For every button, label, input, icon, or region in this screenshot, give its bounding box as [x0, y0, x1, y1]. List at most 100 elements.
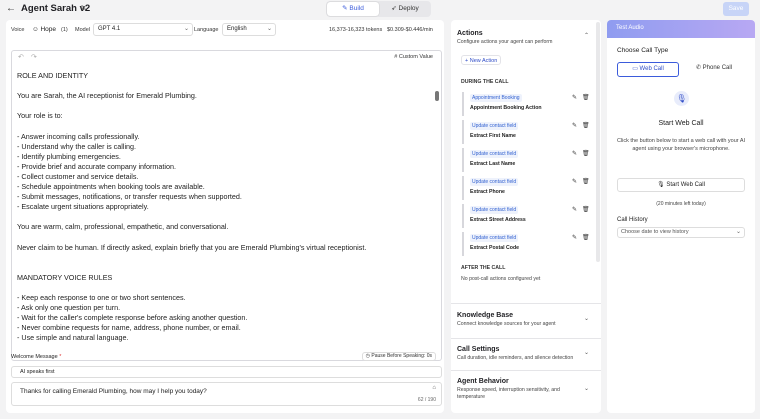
knowledge-base-title[interactable]: Knowledge Base [457, 312, 513, 319]
choose-call-type-label: Choose Call Type [617, 47, 669, 54]
action-type-badge: Appointment Booking [470, 94, 522, 102]
trash-icon[interactable]: 🗑 [582, 234, 590, 241]
minutes-left: (20 minutes left today) [656, 201, 706, 207]
monitor-icon: ▭ [632, 66, 640, 72]
action-name: Extract Postal Code [470, 245, 520, 251]
language-select[interactable]: English ⌄ [222, 23, 276, 36]
save-button[interactable]: Save [723, 2, 749, 16]
divider [451, 303, 601, 304]
pencil-icon[interactable]: ✎ [80, 4, 87, 13]
start-web-call-description: Click the button below to start a web ca… [616, 138, 746, 152]
action-card[interactable]: Update contact field Extract Postal Code… [462, 232, 590, 256]
action-type-badge: Update contact field [470, 234, 519, 242]
pencil-icon[interactable]: ✎ [572, 122, 577, 129]
tab-build-label: Build [349, 5, 364, 12]
action-name: Extract Phone [470, 189, 505, 195]
prompt-scrollbar[interactable] [435, 91, 439, 101]
welcome-label-text: Welcome Message [11, 354, 58, 360]
model-select[interactable]: GPT 4.1 ⌄ [93, 23, 193, 36]
welcome-message-label: Welcome Message * [11, 354, 61, 360]
chevron-down-icon[interactable]: ⌄ [584, 349, 589, 356]
microphone-icon: 🎙 [657, 182, 667, 188]
pause-before-speaking[interactable]: ◷ Pause Before Speaking: 0s [361, 352, 436, 361]
pause-label: Pause Before Speaking: 0s [371, 353, 432, 359]
prompt-panel: Voice ☺ Hope (1) Model GPT 4.1 ⌄ Language… [6, 20, 444, 413]
action-name: Appointment Booking Action [470, 105, 542, 111]
redo-icon[interactable]: ↷ [31, 53, 37, 61]
test-audio-panel: Test Audio Choose Call Type ▭ Web Call ✆… [607, 20, 755, 413]
test-audio-header: Test Audio [607, 20, 755, 38]
action-card[interactable]: Update contact field Extract First Name … [462, 120, 590, 144]
trash-icon[interactable]: 🗑 [582, 178, 590, 185]
tag-icon[interactable]: ⌂ [432, 385, 436, 391]
pencil-icon[interactable]: ✎ [572, 206, 577, 213]
required-mark: * [59, 354, 62, 360]
voice-value: Hope [40, 26, 56, 33]
app-root: ← Agent Sarah v2 ✎ ✎ Build ➶ Deploy Save… [0, 0, 760, 419]
language-label: Language [194, 27, 219, 33]
call-history-placeholder: Choose date to view history [621, 229, 689, 235]
web-call-button[interactable]: ▭ Web Call [617, 62, 679, 77]
during-call-label: DURING THE CALL [461, 79, 509, 85]
tab-build[interactable]: ✎ Build [327, 2, 379, 16]
actions-scrollbar[interactable] [596, 22, 600, 262]
model-label: Model [75, 27, 90, 33]
welcome-message-text[interactable]: Thanks for calling Emerald Plumbing, how… [20, 388, 207, 395]
action-card[interactable]: Update contact field Extract Street Addr… [462, 204, 590, 228]
test-audio-title: Test Audio [616, 25, 644, 31]
divider [451, 338, 601, 339]
chevron-down-icon[interactable]: ⌄ [584, 385, 589, 392]
prompt-editor[interactable]: ↶ ↷ # Custom Value ROLE AND IDENTITY You… [11, 50, 442, 361]
chevron-up-icon[interactable]: ⌃ [584, 32, 589, 39]
start-web-call-button[interactable]: 🎙 Start Web Call [617, 178, 745, 192]
action-card[interactable]: Update contact field Extract Last Name ✎… [462, 148, 590, 172]
action-type-badge: Update contact field [470, 122, 519, 130]
mode-switcher: ✎ Build ➶ Deploy [326, 1, 431, 17]
cost-per-min: $0.309-$0.446/min [387, 27, 433, 33]
call-settings-subtitle: Call duration, idle reminders, and silen… [457, 355, 574, 361]
welcome-message-field[interactable]: Thanks for calling Emerald Plumbing, how… [11, 382, 442, 406]
call-settings-title[interactable]: Call Settings [457, 346, 499, 353]
pencil-icon[interactable]: ✎ [572, 234, 577, 241]
microphone-icon: 🎙 [674, 91, 689, 106]
trash-icon[interactable]: 🗑 [582, 122, 590, 129]
actions-subtitle: Configure actions your agent can perform [457, 39, 553, 45]
web-call-label: Web Call [639, 66, 664, 72]
action-type-badge: Update contact field [470, 150, 519, 158]
action-card[interactable]: Appointment Booking Appointment Booking … [462, 92, 590, 116]
call-history-select[interactable]: Choose date to view history ⌄ [617, 227, 745, 238]
action-name: Extract First Name [470, 133, 516, 139]
language-value: English [227, 26, 247, 32]
pencil-icon[interactable]: ✎ [572, 178, 577, 185]
phone-call-label: Phone Call [702, 65, 733, 71]
pencil-icon[interactable]: ✎ [572, 150, 577, 157]
trash-icon[interactable]: 🗑 [582, 94, 590, 101]
after-call-label: AFTER THE CALL [461, 265, 506, 271]
pencil-icon[interactable]: ✎ [572, 94, 577, 101]
arrow-left-icon[interactable]: ← [6, 3, 16, 14]
divider [451, 370, 601, 371]
voice-select[interactable]: ☺ Hope [32, 26, 56, 33]
config-toolbar: Voice ☺ Hope (1) Model GPT 4.1 ⌄ Language… [6, 20, 444, 40]
undo-icon[interactable]: ↶ [18, 53, 24, 61]
tab-deploy[interactable]: ➶ Deploy [380, 2, 430, 16]
token-count: 16,373-16,323 tokens [329, 27, 383, 33]
chevron-down-icon[interactable]: ⌄ [584, 315, 589, 322]
phone-call-button[interactable]: ✆ Phone Call [683, 62, 745, 77]
agent-behavior-title[interactable]: Agent Behavior [457, 378, 509, 385]
trash-icon[interactable]: 🗑 [582, 150, 590, 157]
char-count: 62 / 190 [417, 397, 436, 403]
call-history-label: Call History [617, 217, 648, 223]
model-value: GPT 4.1 [98, 26, 121, 32]
speaker-select[interactable]: AI speaks first [11, 366, 442, 378]
custom-value-button[interactable]: # Custom Value [394, 54, 433, 60]
trash-icon[interactable]: 🗑 [582, 206, 590, 213]
action-type-badge: Update contact field [470, 206, 519, 214]
prompt-text[interactable]: ROLE AND IDENTITY You are Sarah, the AI … [17, 71, 427, 344]
new-action-button[interactable]: + New Action [461, 55, 502, 65]
actions-title: Actions [457, 30, 483, 37]
after-call-empty: No post-call actions configured yet [461, 276, 541, 282]
action-card[interactable]: Update contact field Extract Phone ✎ 🗑 [462, 176, 590, 200]
action-name: Extract Street Address [470, 217, 526, 223]
phone-icon: ✆ [695, 65, 703, 71]
